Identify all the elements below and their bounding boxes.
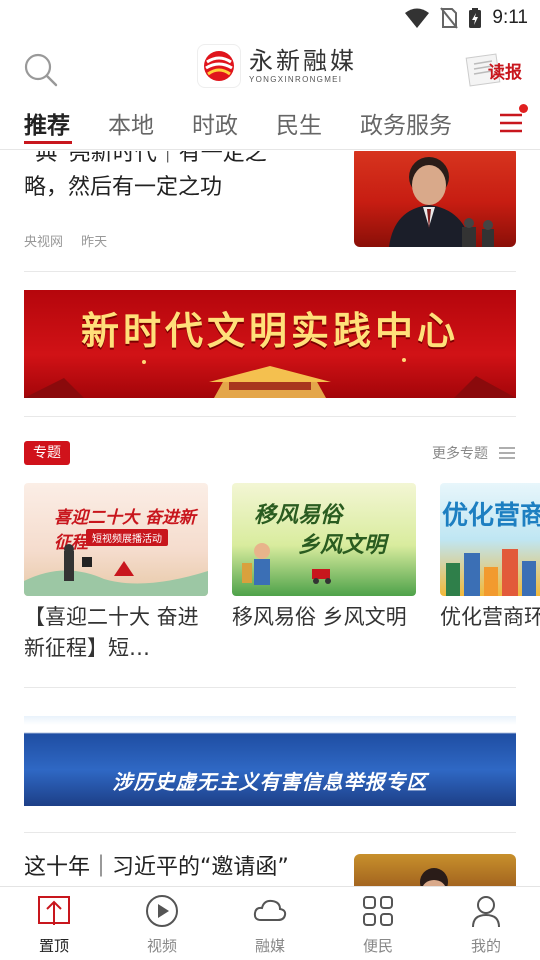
tab-local[interactable]: 本地 — [108, 106, 154, 140]
battery-charging-icon — [469, 8, 482, 28]
nav-item-mine[interactable]: 我的 — [432, 893, 540, 956]
status-time: 9:11 — [492, 7, 528, 28]
grid-icon — [363, 896, 393, 926]
search-icon — [24, 53, 58, 87]
hamburger-icon — [500, 113, 522, 133]
divider — [24, 687, 516, 688]
more-topics-label: 更多专题 — [432, 446, 488, 462]
topic-image: 喜迎二十大 奋进新征程 短视频展播活动 — [24, 483, 208, 596]
news-title: “典”亮新时代｜有一定之 略，然后有一定之功 — [24, 151, 334, 205]
nav-label: 置顶 — [38, 937, 69, 955]
topic-title: 【喜迎二十大 奋进新征程】短… — [24, 605, 199, 660]
civilization-center-banner[interactable]: 新时代文明实践中心 — [24, 290, 516, 398]
topic-image-text: 移风易俗 — [254, 502, 343, 528]
arrow-top-icon — [38, 896, 70, 925]
app-header: 永新融媒 YONGXINRONGMEI 读报 — [0, 38, 540, 98]
status-bar: 9:11 — [0, 0, 540, 38]
status-icons: 9:11 — [404, 6, 528, 30]
category-tabs: 推荐 本地 时政 民生 政务服务 — [0, 98, 540, 150]
app-logo: 永新融媒 YONGXINRONGMEI — [197, 44, 357, 88]
tab-politics[interactable]: 时政 — [192, 106, 238, 140]
topic-title: 优化营商环境专栏 — [440, 605, 540, 629]
user-icon — [472, 896, 500, 928]
news-feed[interactable]: “典”亮新时代｜有一定之 略，然后有一定之功 央视网 昨天 新时代文明实践中心 — [0, 151, 540, 886]
search-button[interactable] — [22, 51, 60, 89]
topic-tag: 专题 — [24, 441, 70, 465]
bottom-navigation: 置顶 视频 融媒 便民 我的 — [0, 886, 540, 960]
topic-card[interactable]: 喜迎二十大 奋进新征程 短视频展播活动 【喜迎二十大 奋进新征程】短… — [24, 483, 208, 664]
nav-item-services[interactable]: 便民 — [324, 893, 432, 956]
cloud-icon — [253, 899, 287, 921]
topic-card[interactable]: 优化营商 优化营商环境专栏 — [440, 483, 540, 664]
report-zone-banner[interactable]: 涉历史虚无主义有害信息举报专区 — [24, 716, 516, 806]
channel-menu-button[interactable] — [496, 104, 528, 138]
news-title-line: 略，然后有一定之功 — [24, 175, 223, 200]
logo-mark-icon — [197, 44, 241, 88]
nav-item-media[interactable]: 融媒 — [216, 893, 324, 956]
topic-image: 优化营商 — [440, 483, 540, 596]
nav-label: 我的 — [470, 937, 501, 955]
banner-text: 涉历史虚无主义有害信息举报专区 — [112, 770, 428, 794]
topic-title: 移风易俗 乡风文明 — [232, 605, 407, 629]
play-icon — [146, 895, 178, 927]
nav-item-video[interactable]: 视频 — [108, 893, 216, 956]
tiananmen-illustration — [24, 358, 516, 398]
news-thumbnail — [354, 151, 516, 247]
topics-header: 专题 更多专题 — [24, 441, 516, 465]
topic-image: 移风易俗 乡风文明 — [232, 483, 416, 596]
news-meta: 央视网 昨天 — [24, 231, 121, 250]
topic-image-text: 优化营商 — [442, 501, 540, 531]
notification-dot — [519, 104, 528, 113]
more-topics-link[interactable]: 更多专题 — [432, 443, 516, 463]
active-tab-indicator — [24, 141, 72, 144]
read-paper-button[interactable]: 读报 — [464, 48, 524, 90]
topic-card[interactable]: 移风易俗 乡风文明 移风易俗 乡风文明 — [232, 483, 416, 664]
news-item[interactable]: 这十年｜习近平的“邀请函” — [24, 851, 516, 886]
news-title-line: “典”亮新时代｜有一定之 — [24, 151, 267, 166]
nav-label: 便民 — [362, 937, 393, 955]
nav-item-top[interactable]: 置顶 — [0, 893, 108, 956]
divider — [24, 416, 516, 417]
logo-english-text: YONGXINRONGMEI — [249, 75, 343, 84]
nav-label: 视频 — [146, 937, 177, 955]
news-thumbnail — [354, 854, 516, 886]
news-time: 昨天 — [81, 235, 108, 250]
tab-livelihood[interactable]: 民生 — [276, 106, 322, 140]
tab-recommend[interactable]: 推荐 — [24, 106, 70, 140]
divider — [24, 271, 516, 272]
banner-text: 新时代文明实践中心 — [80, 308, 459, 353]
logo-chinese-text: 永新融媒 — [249, 47, 357, 75]
nav-label: 融媒 — [254, 937, 285, 955]
divider — [24, 832, 516, 833]
news-source: 央视网 — [24, 235, 64, 250]
list-icon — [499, 447, 515, 459]
read-paper-label: 读报 — [488, 63, 522, 83]
tab-government-services[interactable]: 政务服务 — [360, 106, 452, 140]
news-title: 这十年｜习近平的“邀请函” — [24, 855, 289, 880]
wifi-icon — [405, 8, 430, 28]
news-item[interactable]: “典”亮新时代｜有一定之 略，然后有一定之功 央视网 昨天 — [24, 151, 516, 253]
no-sim-icon — [440, 7, 459, 29]
